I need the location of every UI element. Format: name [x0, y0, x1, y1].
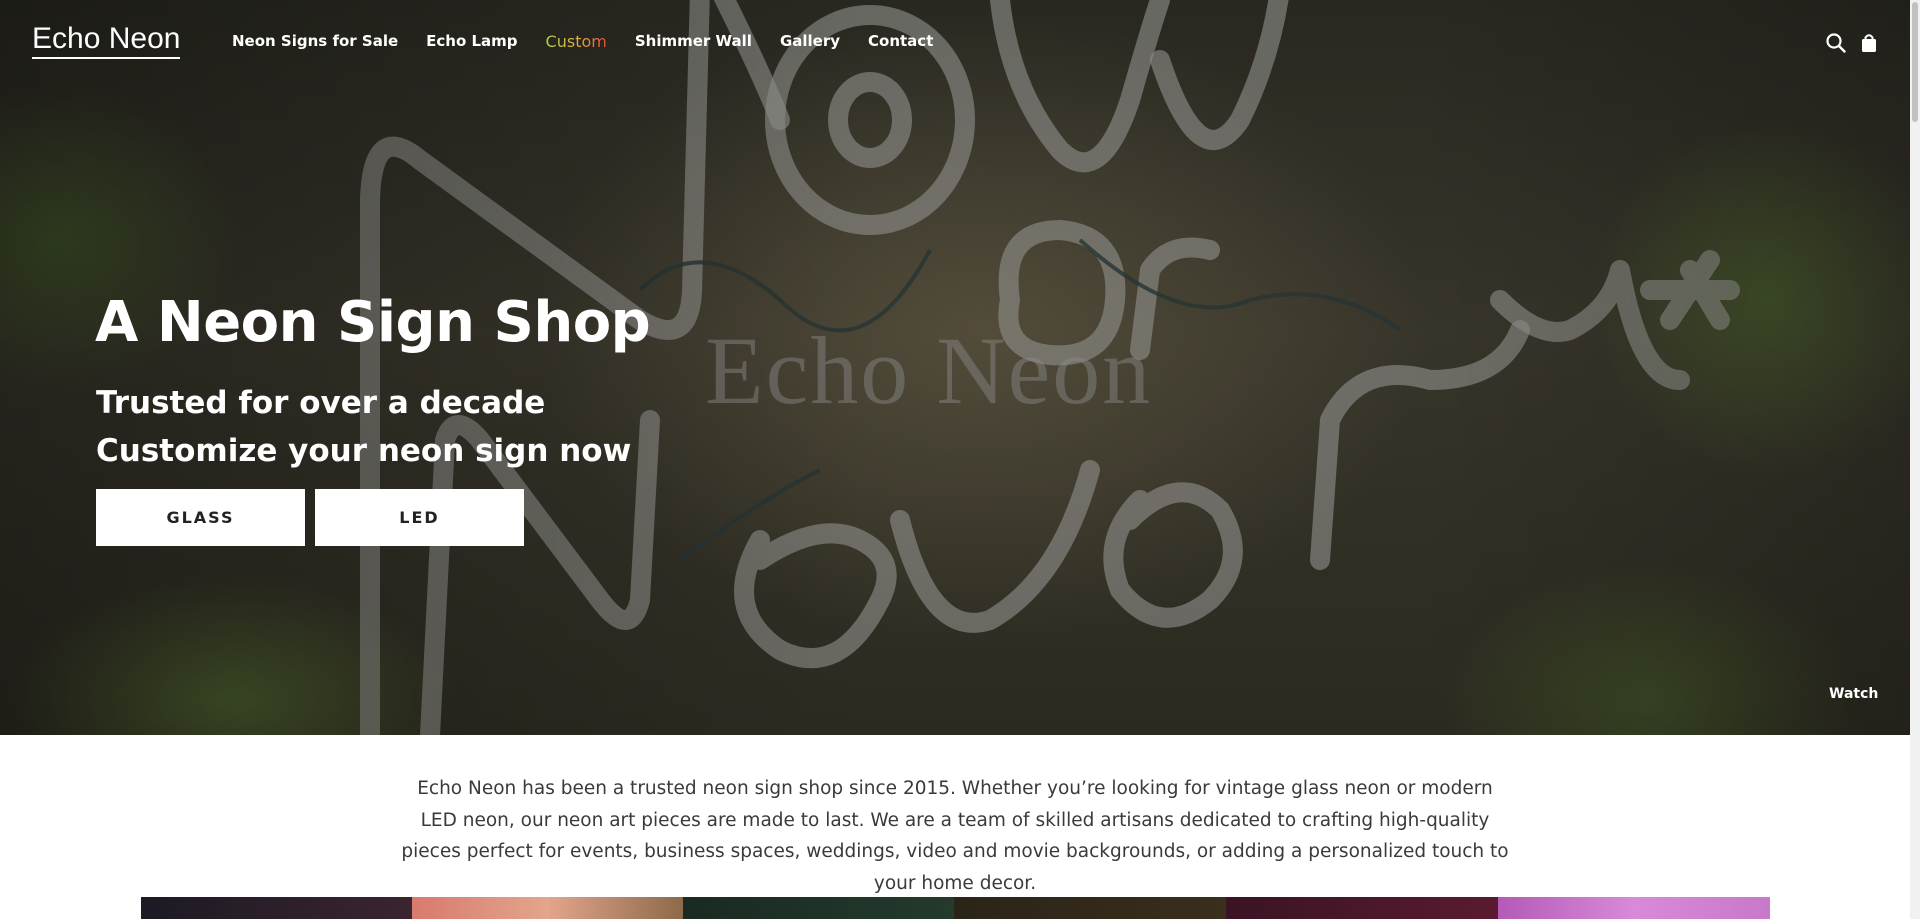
gallery-tile[interactable]	[1226, 897, 1498, 919]
scrollbar-thumb[interactable]	[1912, 2, 1918, 122]
site-header: Echo Neon Neon Signs for Sale Echo Lamp …	[0, 0, 1910, 86]
gallery-tile[interactable]	[141, 897, 412, 919]
nav-item-contact[interactable]: Contact	[868, 32, 933, 51]
hero-watermark: Echo Neon	[705, 317, 1153, 424]
nav-item-custom[interactable]: Custom	[546, 32, 607, 51]
search-icon[interactable]	[1825, 32, 1847, 54]
nav-item-echo-lamp[interactable]: Echo Lamp	[426, 32, 517, 51]
hero-banner: Echo Neon A Neon Sign Shop Trusted for o…	[0, 0, 1910, 735]
nav-item-shimmer-wall[interactable]: Shimmer Wall	[635, 32, 752, 51]
hero-subtitle-1: Trusted for over a decade	[96, 385, 546, 421]
led-button[interactable]: LED	[315, 489, 524, 546]
shopping-bag-icon[interactable]	[1858, 32, 1880, 54]
gallery-tile[interactable]	[1498, 897, 1770, 919]
gallery-tile[interactable]	[954, 897, 1226, 919]
site-logo[interactable]: Echo Neon	[32, 22, 181, 59]
nav-item-neon-signs-for-sale[interactable]: Neon Signs for Sale	[232, 32, 398, 51]
page-scrollbar[interactable]	[1910, 0, 1920, 919]
gallery-tile[interactable]	[412, 897, 683, 919]
intro-paragraph: Echo Neon has been a trusted neon sign s…	[401, 778, 1509, 894]
hero-subtitle-2: Customize your neon sign now	[96, 433, 632, 469]
gallery-strip	[141, 897, 1770, 919]
watch-link[interactable]: Watch	[1829, 686, 1878, 702]
hero-title: A Neon Sign Shop	[95, 290, 651, 355]
nav-item-gallery[interactable]: Gallery	[780, 32, 840, 51]
glass-button[interactable]: GLASS	[96, 489, 305, 546]
page: Echo Neon A Neon Sign Shop Trusted for o…	[0, 0, 1920, 919]
main-nav: Neon Signs for Sale Echo Lamp Custom Shi…	[232, 32, 933, 51]
gallery-tile[interactable]	[683, 897, 954, 919]
